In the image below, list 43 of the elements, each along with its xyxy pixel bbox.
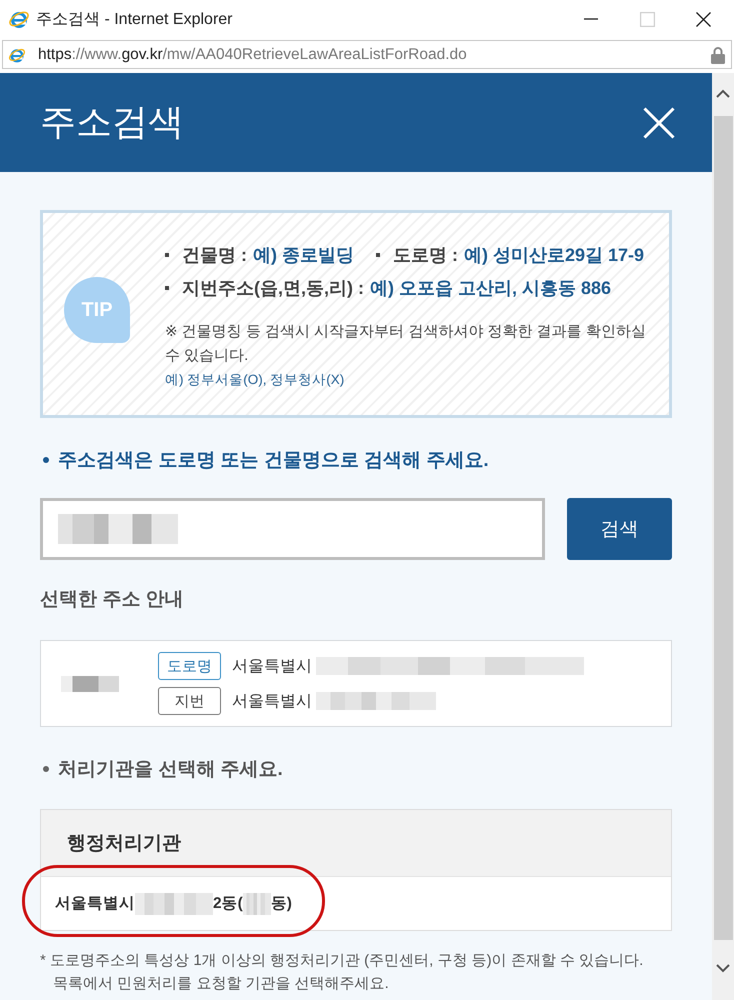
tip-label: 지번주소(읍,면,동,리) :	[182, 276, 364, 300]
address-bar[interactable]: https://www.gov.kr/mw/AA040RetrieveLawAreaListForRoad.do	[2, 40, 732, 69]
scrollbar-thumb[interactable]	[714, 116, 732, 940]
agency-row[interactable]: 서울특별시 2동( 동)	[41, 876, 671, 930]
search-button[interactable]: 검색	[567, 498, 672, 560]
lock-icon	[711, 46, 725, 64]
chevron-down-icon	[716, 964, 730, 972]
section-heading: 선택한 주소 안내	[40, 588, 185, 612]
bullet-icon	[43, 766, 49, 772]
footnote: * 도로명주소의 특성상 1개 이상의 행정처리기관 (주민센터, 구청 등)이 존재할 수 있습니다. 목록에서 민원처리를 요청할 기관을 선택해주세요.	[40, 951, 644, 994]
agency-text: 2동(	[213, 894, 243, 914]
tip-label: 건물명 :	[182, 244, 247, 266]
address-type-tag: 도로명	[158, 652, 221, 680]
search-field[interactable]	[40, 498, 546, 560]
maximize-icon	[640, 12, 654, 26]
minimize-icon	[584, 18, 598, 20]
bullet-icon	[43, 457, 49, 463]
tip-example: 예) 종로빌딩	[253, 244, 354, 266]
tip-note: ※ 건물명칭 등 검색시 시작글자부터 검색하셔야 정확한 결과를 확인하실 수 있습니다.	[165, 322, 646, 366]
bullet-icon	[165, 252, 169, 256]
tip-badge: TIP	[64, 277, 130, 343]
tip-example: 예) 오포읍 고산리, 시흥동 886	[370, 276, 612, 300]
search-instruction: 주소검색은 도로명 또는 건물명으로 검색해 주세요.	[58, 449, 489, 473]
bullet-icon	[165, 286, 169, 290]
scrollbar[interactable]	[712, 73, 734, 1000]
column-header: 행정처리기관	[41, 810, 671, 876]
close-button[interactable]	[643, 106, 675, 138]
chevron-up-icon	[716, 88, 730, 98]
close-icon	[696, 12, 710, 26]
address-text: 서울특별시	[232, 692, 312, 712]
address-type-tag: 지번	[158, 687, 221, 715]
redacted-block	[242, 892, 271, 914]
dialog-title: 주소검색	[40, 100, 184, 144]
window-title: 주소검색 - Internet Explorer	[36, 10, 234, 30]
agency-text: 서울특별시	[55, 894, 135, 914]
agency-instruction: 처리기관을 선택해 주세요.	[58, 758, 283, 782]
url-text: https://www.gov.kr/mw/AA040RetrieveLawAreaListForRoad.do	[38, 46, 468, 64]
tip-example: 예) 성미산로29길 17-9	[464, 244, 644, 266]
address-text: 서울특별시	[232, 656, 312, 676]
bullet-icon	[376, 252, 380, 256]
tip-label: 도로명 :	[393, 244, 458, 266]
tip-note-example: 예) 정부서울(O), 정부청사(X)	[165, 371, 346, 389]
agency-text: 동)	[270, 894, 292, 914]
